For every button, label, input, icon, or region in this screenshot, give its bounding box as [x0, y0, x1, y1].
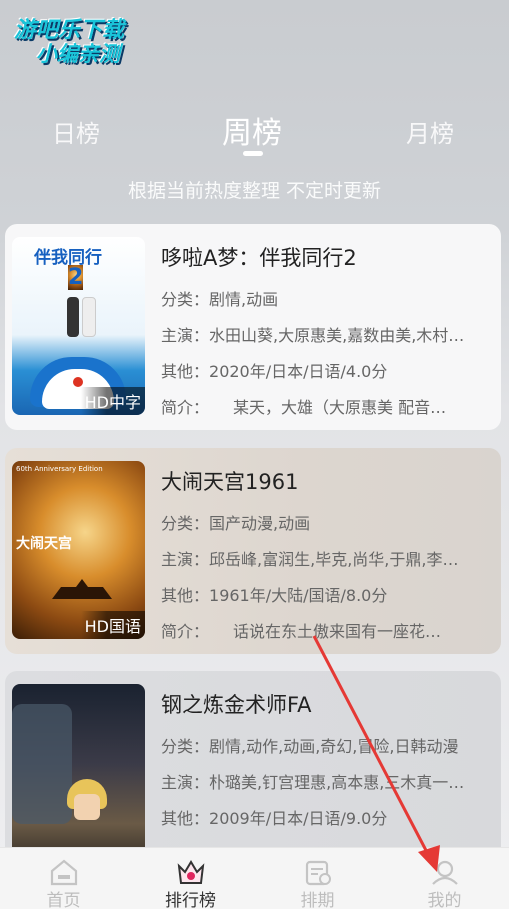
category-label: 分类： [161, 737, 210, 756]
nav-profile-label: 我的 [427, 891, 462, 909]
category-value: 国产动漫,动画 [209, 514, 311, 533]
nav-ranking-label: 排行榜 [165, 891, 216, 909]
poster-doraemon-nose [73, 377, 83, 387]
intro-label: 简介： [161, 398, 202, 417]
other-label: 其他： [161, 362, 210, 381]
cast-value: 朴璐美,钉宫理惠,高本惠,三木真一… [209, 773, 465, 792]
other-value: 2020年/日本/日语/4.0分 [209, 362, 388, 381]
home-icon [50, 859, 77, 886]
other-value: 1961年/大陆/国语/8.0分 [209, 586, 388, 605]
nav-profile[interactable]: 我的 [381, 848, 508, 909]
poster-number: 2 [68, 265, 84, 290]
category-value: 剧情,动作,动画,奇幻,冒险,日韩动漫 [209, 737, 459, 756]
bottom-navigation: 首页 排行榜 排期 我的 [0, 847, 509, 909]
intro-label: 简介： [161, 622, 202, 641]
poster-character-face [74, 794, 100, 820]
profile-icon [431, 860, 458, 885]
quality-badge: HD中字 [80, 387, 145, 415]
tab-active-indicator [243, 151, 263, 156]
cast-value: 水田山葵,大原惠美,嘉数由美,木村… [209, 326, 465, 345]
movie-category-row: 分类：剧情,动画 [161, 286, 491, 310]
movie-title[interactable]: 钢之炼金术师FA [161, 689, 312, 719]
movie-cast-row: 主演：朴璐美,钉宫理惠,高本惠,三木真一… [161, 769, 491, 793]
intro-value: 某天，大雄（大原惠美 配音… [201, 398, 447, 417]
other-label: 其他： [161, 586, 210, 605]
movie-title[interactable]: 大闹天宫1961 [161, 466, 298, 496]
category-label: 分类： [161, 290, 210, 309]
movie-category-row: 分类：剧情,动作,动画,奇幻,冒险,日韩动漫 [161, 733, 491, 757]
ranking-subtitle: 根据当前热度整理 不定时更新 [127, 180, 382, 202]
movie-card[interactable]: 60th Anniversary Edition 大闹天宫 HD国语 大闹天宫1… [5, 448, 501, 654]
nav-home-label: 首页 [46, 891, 81, 909]
tab-monthly[interactable]: 月榜 [406, 114, 454, 149]
movie-other-row: 其他：2020年/日本/日语/4.0分 [161, 358, 491, 382]
category-label: 分类： [161, 514, 210, 533]
cast-value: 邱岳峰,富润生,毕克,尚华,于鼎,李… [209, 550, 459, 569]
poster-title: 大闹天宫 [16, 536, 72, 552]
movie-title[interactable]: 哆啦A梦：伴我同行2 [161, 242, 357, 272]
movie-card[interactable]: 伴我同行 2 HD中字 哆啦A梦：伴我同行2 分类：剧情,动画 主演：水田山葵,… [5, 224, 501, 430]
ranking-crown-icon [177, 860, 204, 884]
cast-label: 主演： [161, 550, 210, 569]
poster-figure [82, 297, 96, 337]
intro-value: 话说在东土傲来国有一座花… [201, 622, 442, 641]
nav-home[interactable]: 首页 [0, 848, 127, 909]
schedule-icon [305, 860, 331, 886]
movie-other-row: 其他：2009年/日本/日语/9.0分 [161, 805, 491, 829]
movie-poster[interactable]: 伴我同行 2 HD中字 [12, 237, 145, 415]
cast-label: 主演： [161, 773, 210, 792]
nav-schedule[interactable]: 排期 [254, 848, 381, 909]
movie-other-row: 其他：1961年/大陆/国语/8.0分 [161, 582, 491, 606]
movie-intro-row: 简介： 某天，大雄（大原惠美 配音… [161, 394, 491, 418]
nav-schedule-label: 排期 [300, 891, 335, 909]
movie-intro-row: 简介： 话说在东土傲来国有一座花… [161, 618, 491, 642]
other-label: 其他： [161, 809, 210, 828]
tab-daily[interactable]: 日榜 [52, 114, 100, 149]
movie-cast-row: 主演：水田山葵,大原惠美,嘉数由美,木村… [161, 322, 491, 346]
poster-figure [67, 297, 79, 337]
poster-armor-figure [12, 704, 72, 824]
app-logo: 游吧乐下载 小编亲测 [12, 10, 152, 70]
logo-line2: 小编亲测 [36, 42, 120, 66]
movie-category-row: 分类：国产动漫,动画 [161, 510, 491, 534]
quality-badge: HD国语 [80, 611, 145, 639]
tab-weekly[interactable]: 周榜 [222, 108, 282, 152]
other-value: 2009年/日本/日语/9.0分 [209, 809, 388, 828]
cast-label: 主演： [161, 326, 210, 345]
poster-temple-silhouette [52, 579, 112, 599]
movie-cast-row: 主演：邱岳峰,富润生,毕克,尚华,于鼎,李… [161, 546, 491, 570]
movie-poster[interactable]: 60th Anniversary Edition 大闹天宫 HD国语 [12, 461, 145, 639]
category-value: 剧情,动画 [209, 290, 279, 309]
poster-edition-text: 60th Anniversary Edition [16, 465, 103, 473]
nav-ranking[interactable]: 排行榜 [127, 848, 254, 909]
